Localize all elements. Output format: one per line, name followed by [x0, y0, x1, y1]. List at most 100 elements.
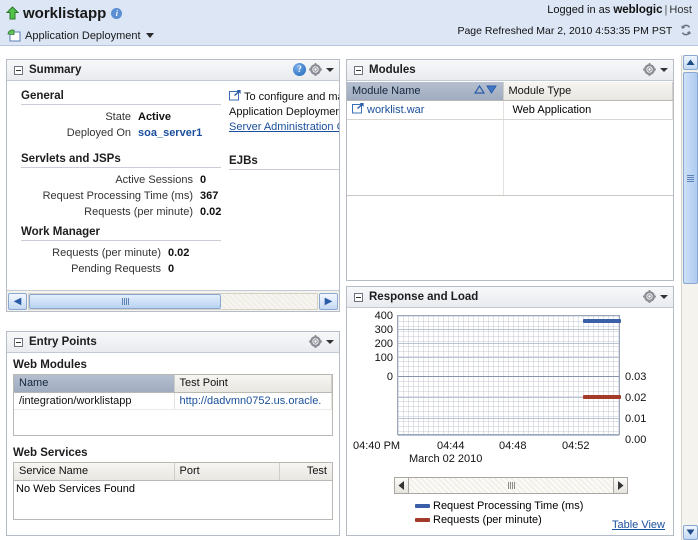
refresh-icon[interactable] [680, 24, 692, 40]
server-administration-console-link[interactable]: Server Administration C [229, 121, 339, 133]
scroll-track[interactable] [28, 292, 318, 310]
deployment-icon [7, 29, 21, 42]
deployment-type-label: Application Deployment [25, 29, 141, 42]
scroll-right-button[interactable]: ▶ [319, 292, 338, 310]
summary-row: Request Processing Time (ms) 367 [21, 188, 221, 204]
chart-horizontal-scrollbar[interactable] [394, 477, 628, 494]
web-services-table: Service Name Port Test No Web Services F… [13, 462, 333, 520]
configure-note-line2: Application Deployment, [229, 106, 339, 118]
deployed-on-value[interactable]: soa_server1 [138, 125, 202, 141]
gridline [398, 357, 619, 358]
chevron-down-icon[interactable] [145, 33, 154, 38]
column-header-port[interactable]: Port [174, 463, 280, 481]
gear-icon[interactable] [309, 63, 322, 76]
y-axis-left-tick: 200 [374, 338, 393, 350]
up-arrow-icon[interactable] [6, 6, 19, 20]
grip-icon [507, 482, 515, 489]
gear-menu-chevron-icon[interactable] [326, 339, 334, 344]
ejb-row-label: Bean Acc [229, 201, 339, 217]
chart-scroll-track[interactable] [409, 477, 613, 494]
module-type-cell: Web Application [503, 100, 673, 120]
host-link[interactable]: Host [669, 4, 692, 16]
scroll-up-button[interactable] [683, 55, 698, 70]
wm-pending-label: Pending Requests [71, 263, 161, 275]
table-row-filler [347, 119, 673, 196]
chart-plot-area [397, 315, 621, 436]
scroll-thumb[interactable] [683, 72, 698, 284]
web-services-title: Web Services [13, 447, 88, 459]
collapse-toggle-icon[interactable] [354, 65, 363, 75]
module-type-label: Web Application [512, 103, 592, 116]
legend-swatch [415, 504, 430, 508]
request-processing-time-value: 367 [200, 190, 219, 202]
web-module-name: /integration/worklistapp [14, 392, 175, 410]
scroll-down-button[interactable] [683, 525, 698, 540]
separator: | [664, 4, 668, 16]
gear-menu-chevron-icon[interactable] [660, 294, 668, 299]
table-row[interactable]: /integration/worklistapp http://dadvmn07… [14, 392, 332, 410]
state-value: Active [138, 111, 172, 123]
response-and-load-body: 400 300 200 100 0 0.03 0.02 0.01 0.00 04… [347, 309, 673, 535]
summary-row: Bean Acc [229, 201, 339, 217]
summary-row: Bean Acc [229, 185, 339, 201]
info-icon[interactable]: i [111, 7, 123, 19]
sort-ascending-icon [473, 85, 485, 94]
gear-menu-chevron-icon[interactable] [660, 67, 668, 72]
page-refreshed-row: Page Refreshed Mar 2, 2010 4:53:35 PM PS… [457, 24, 692, 40]
general-divider [21, 104, 221, 105]
external-link-icon [229, 90, 241, 101]
page-refreshed-text: Page Refreshed Mar 2, 2010 4:53:35 PM PS… [457, 25, 673, 37]
requests-per-minute-label: Requests (per minute) [84, 206, 193, 218]
entry-points-panel: Entry Points Web Modules Name Test Point… [6, 331, 340, 536]
general-section-title: General [21, 90, 64, 102]
summary-row: State Active [21, 109, 221, 125]
response-and-load-header-icons [643, 290, 668, 303]
scroll-left-button[interactable]: ◀ [8, 292, 27, 310]
work-manager-section-title: Work Manager [21, 226, 101, 238]
table-row[interactable]: worklist.war Web Application [347, 100, 673, 120]
help-icon[interactable]: ? [293, 63, 306, 76]
web-module-test-point[interactable]: http://dadvmn0752.us.oracle. [174, 392, 332, 410]
collapse-toggle-icon[interactable] [14, 337, 23, 347]
gear-icon[interactable] [309, 335, 322, 348]
ejbs-section-title: EJBs [229, 155, 258, 167]
request-processing-time-label: Request Processing Time (ms) [42, 190, 193, 202]
collapse-toggle-icon[interactable] [354, 292, 363, 302]
legend-item: Requests (per minute) [415, 513, 583, 527]
summary-row: Bean Transaction Co [229, 217, 339, 233]
column-header-module-name[interactable]: Module Name [347, 82, 504, 101]
entry-points-header-icons [309, 335, 334, 348]
page-title: worklistapp [23, 4, 107, 22]
logged-in-row: Logged in as weblogic | Host [457, 3, 692, 17]
window-vertical-scrollbar[interactable] [681, 55, 698, 540]
gear-icon[interactable] [643, 63, 656, 76]
scroll-thumb[interactable] [29, 293, 221, 309]
chart-scroll-left-button[interactable] [394, 477, 409, 494]
gear-icon[interactable] [643, 290, 656, 303]
wm-requests-label: Requests (per minute) [52, 247, 161, 259]
chart-scroll-right-button[interactable] [613, 477, 628, 494]
gear-menu-chevron-icon[interactable] [326, 67, 334, 72]
sort-controls[interactable] [473, 85, 497, 94]
y-axis-right-tick: 0.02 [625, 392, 647, 404]
column-header-module-type[interactable]: Module Type [503, 82, 673, 101]
ejb-row-label: Bean Transa [229, 265, 339, 281]
web-services-grid: Service Name Port Test [14, 463, 332, 481]
column-header-name[interactable]: Name [14, 375, 175, 393]
summary-horizontal-scrollbar[interactable]: ◀ ▶ [7, 290, 339, 311]
legend-swatch [415, 518, 430, 522]
web-modules-grid: Name Test Point /integration/worklistapp… [14, 375, 332, 410]
column-header-test-point[interactable]: Test Point [174, 375, 332, 393]
module-name-cell[interactable]: worklist.war [347, 100, 504, 120]
deployment-type-menu[interactable]: Application Deployment [7, 27, 154, 44]
column-header-test[interactable]: Test [279, 463, 332, 481]
collapse-toggle-icon[interactable] [14, 65, 23, 75]
column-header-service-name[interactable]: Service Name [14, 463, 175, 481]
deployed-on-label: Deployed On [66, 127, 131, 139]
gridline [398, 343, 619, 344]
y-axis-right-tick: 0.01 [625, 413, 647, 425]
table-view-link[interactable]: Table View [612, 519, 665, 531]
response-and-load-panel: Response and Load 400 300 200 100 0 0.03… [346, 286, 674, 536]
y-axis-left-tick: 100 [374, 352, 393, 364]
